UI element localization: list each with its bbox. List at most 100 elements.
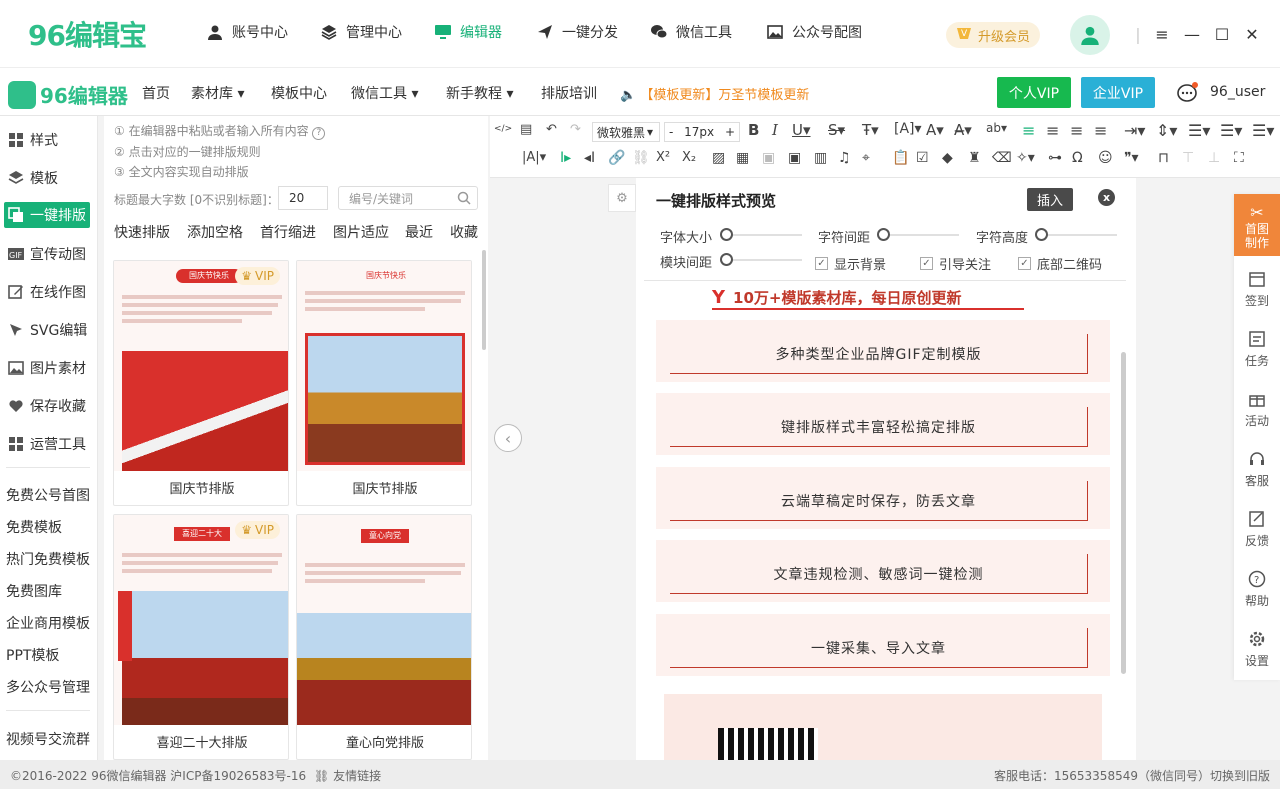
align-left-icon[interactable]: ≡ <box>1022 121 1035 140</box>
nav-cover-image[interactable]: 公众号配图 <box>766 22 862 42</box>
slider-handle[interactable] <box>1035 228 1048 241</box>
move-down-icon[interactable]: ⊥ <box>1208 150 1220 166</box>
friend-links[interactable]: ⛓ 友情链接 <box>314 767 381 784</box>
font-border-icon[interactable]: [A]▾ <box>894 121 922 137</box>
nav-home[interactable]: 首页 <box>142 83 170 103</box>
nav-distribute[interactable]: 一键分发 <box>536 22 618 42</box>
message-icon[interactable] <box>1176 82 1198 104</box>
bold-icon[interactable]: B <box>748 121 759 139</box>
app-logo[interactable]: 96编辑宝 <box>28 14 147 54</box>
rpanel-activity[interactable]: 活动 <box>1234 390 1280 429</box>
line-height-icon[interactable]: ⇕▾ <box>1156 121 1177 140</box>
slider-handle[interactable] <box>720 228 733 241</box>
collapse-panel-button[interactable]: ‹ <box>494 424 522 452</box>
highlight-icon[interactable]: A̶▾ <box>954 121 972 139</box>
line-height-slider[interactable] <box>1035 228 1117 241</box>
show-background-checkbox[interactable]: ✓ 显示背景 <box>815 254 886 273</box>
nav-account-center[interactable]: 账号中心 <box>206 22 288 42</box>
editor-logo[interactable]: 96编辑器 <box>8 80 128 109</box>
menu-icon[interactable]: ≡ <box>1152 24 1172 44</box>
nav-editor[interactable]: 编辑器 <box>434 22 502 42</box>
fullscreen-icon[interactable]: ⛶ <box>1234 150 1244 166</box>
column-icon[interactable]: ⊓ <box>1158 150 1169 166</box>
text-direction-icon[interactable]: |A|▾ <box>522 150 546 165</box>
username[interactable]: 96_user <box>1210 84 1265 100</box>
sidebar-link-free-cover[interactable]: 免费公号首图 <box>6 485 90 505</box>
panel-scrollbar[interactable] <box>482 250 486 350</box>
spacing-icon[interactable]: ☰▾ <box>1188 121 1210 140</box>
keyword-search-input[interactable]: 编号/关键词 <box>338 186 478 210</box>
move-up-icon[interactable]: ⊤ <box>1182 150 1194 166</box>
sidebar-item-auto-layout[interactable]: 一键排版 <box>4 202 90 228</box>
template-card[interactable]: 国庆节快乐 ♛ VIP 国庆节排版 <box>113 260 289 506</box>
avatar[interactable] <box>1070 15 1110 55</box>
nav-materials[interactable]: 素材库 ▾ <box>191 83 244 103</box>
link-icon[interactable]: 🔗 <box>608 150 625 166</box>
font-color-icon[interactable]: A▾ <box>926 121 944 139</box>
divider-line-icon[interactable]: ⊶ <box>1048 150 1062 166</box>
template-card[interactable]: 国庆节快乐 国庆节排版 <box>296 260 472 506</box>
sidebar-link-business-template[interactable]: 企业商用模板 <box>6 613 90 633</box>
picture-icon[interactable]: ▣ <box>788 150 801 166</box>
undo-icon[interactable]: ↶ <box>546 122 557 137</box>
insert-button[interactable]: 插入 <box>1027 188 1073 211</box>
paste-icon[interactable]: 📋 <box>892 150 909 166</box>
nav-management-center[interactable]: 管理中心 <box>320 22 402 42</box>
sidebar-item-gif[interactable]: GIF 宣传动图 <box>8 244 86 264</box>
abbr-icon[interactable]: ab▾ <box>986 121 1007 135</box>
personal-vip-button[interactable]: 个人VIP <box>997 77 1071 108</box>
text-format-icon[interactable]: Ŧ▾ <box>862 121 879 139</box>
search-icon[interactable] <box>457 191 471 208</box>
rpanel-cover-maker[interactable]: ✂ 首图制作 <box>1234 194 1280 256</box>
rpanel-service[interactable]: 客服 <box>1234 450 1280 489</box>
sidebar-link-hot-template[interactable]: 热门免费模板 <box>6 549 90 569</box>
sidebar-item-online-draw[interactable]: 在线作图 <box>8 282 86 302</box>
tab-recent[interactable]: 最近 <box>405 222 433 242</box>
font-size-slider[interactable] <box>720 228 802 241</box>
slider-handle[interactable] <box>877 228 890 241</box>
rpanel-settings[interactable]: 设置 <box>1234 630 1280 669</box>
list-icon[interactable]: ☰▾ <box>1220 121 1242 140</box>
tab-favorites[interactable]: 收藏 <box>450 222 478 242</box>
sidebar-item-svg[interactable]: SVG编辑 <box>8 320 87 340</box>
decrease-size-button[interactable]: - <box>669 125 673 139</box>
rpanel-feedback[interactable]: 反馈 <box>1234 510 1280 549</box>
eraser-icon[interactable]: ◆ <box>942 150 953 166</box>
nav-tutorial[interactable]: 新手教程 ▾ <box>446 83 513 103</box>
indent-icon[interactable]: ⇥▾ <box>1124 121 1145 140</box>
rpanel-checkin[interactable]: 签到 <box>1234 270 1280 309</box>
slider-handle[interactable] <box>720 253 733 266</box>
settings-gear-icon[interactable]: ⚙ <box>608 184 636 212</box>
strikethrough-icon[interactable]: S▾ <box>828 121 845 139</box>
doc-icon[interactable]: ▤ <box>520 122 532 137</box>
nav-template-center[interactable]: 模板中心 <box>271 83 327 103</box>
sidebar-item-images[interactable]: 图片素材 <box>8 358 86 378</box>
sidebar-item-template[interactable]: 模板 <box>8 168 58 188</box>
ordered-list-icon[interactable]: ☰▾ <box>1252 121 1274 140</box>
sidebar-item-favorites[interactable]: 保存收藏 <box>8 396 86 416</box>
sidebar-link-ppt[interactable]: PPT模板 <box>6 645 59 665</box>
unlink-icon[interactable]: ⛓ <box>632 150 650 166</box>
insert-before-icon[interactable]: I▸ <box>560 150 571 166</box>
italic-icon[interactable]: I <box>772 121 778 139</box>
align-right-icon[interactable]: ≡ <box>1070 121 1083 140</box>
tab-quick-layout[interactable]: 快速排版 <box>114 222 170 242</box>
enterprise-vip-button[interactable]: 企业VIP <box>1081 77 1155 108</box>
font-family-select[interactable]: 微软雅黑 ▾ <box>592 122 660 142</box>
html-icon[interactable]: </> <box>494 124 512 134</box>
help-icon[interactable]: ? <box>312 127 326 140</box>
image-insert-icon[interactable]: ▣ <box>762 150 775 166</box>
music-icon[interactable]: ♫ <box>838 150 851 166</box>
table-icon[interactable]: ▦ <box>736 150 749 166</box>
letter-spacing-slider[interactable] <box>877 228 959 241</box>
sidebar-link-video-group[interactable]: 视频号交流群 <box>6 729 90 749</box>
omega-icon[interactable]: Ω <box>1072 150 1083 166</box>
preview-scrollbar[interactable] <box>1121 352 1126 674</box>
sidebar-item-style[interactable]: 样式 <box>8 130 58 150</box>
tab-image-fit[interactable]: 图片适应 <box>333 222 389 242</box>
bottom-qrcode-checkbox[interactable]: ✓ 底部二维码 <box>1018 254 1102 273</box>
magic-icon[interactable]: ✧▾ <box>1016 150 1035 166</box>
tab-indent[interactable]: 首行缩进 <box>260 222 316 242</box>
subscript-icon[interactable]: X₂ <box>682 150 696 165</box>
nav-wechat-tools[interactable]: 微信工具 <box>650 22 732 42</box>
